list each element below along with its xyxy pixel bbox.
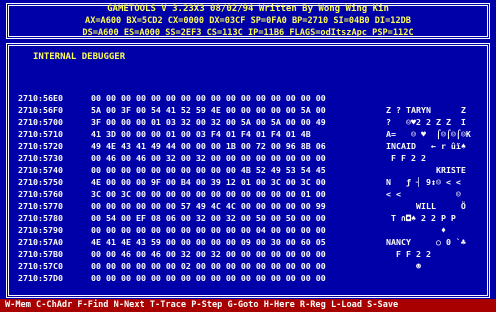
dump-ascii: ♦ bbox=[386, 225, 446, 235]
dump-row[interactable]: 2710:5770 00 00 00 00 00 00 57 49 4C 4C 0… bbox=[9, 201, 487, 212]
register-panel: GAMETOOLS V 3.23X3 08/02/94 Written By W… bbox=[6, 3, 490, 39]
dump-address: 2710:5750 bbox=[18, 177, 63, 187]
dump-row[interactable]: 2710:57A0 4E 41 4E 43 59 00 00 00 00 00 0… bbox=[9, 237, 487, 248]
dump-address: 2710:5780 bbox=[18, 213, 63, 223]
register-line-1: AX=A600 BX=5CD2 CX=0000 DX=03CF SP=0FA0 … bbox=[85, 16, 411, 26]
dump-hex[interactable]: 5A 00 3F 00 54 41 52 59 4E 00 00 00 00 0… bbox=[91, 105, 326, 116]
dump-ascii: F F 2 2 bbox=[386, 249, 431, 259]
command-status-bar: W-Mem C-ChAdr F-Find N-Next T-Trace P-St… bbox=[0, 299, 496, 312]
dump-row[interactable]: 2710:5700 3F 00 00 00 01 03 32 00 32 00 5… bbox=[9, 117, 487, 128]
dump-hex[interactable]: 00 54 00 EF 08 06 00 32 00 32 00 50 00 5… bbox=[91, 213, 326, 224]
dump-ascii: KRISTE bbox=[386, 165, 466, 175]
dump-address: 2710:5700 bbox=[18, 117, 63, 127]
dump-ascii: T ∩◘♠ 2 2 P P bbox=[386, 213, 456, 223]
dump-address: 2710:56F0 bbox=[18, 105, 63, 115]
dump-hex[interactable]: 41 3D 00 00 00 01 00 03 F4 01 F4 01 F4 0… bbox=[91, 129, 311, 140]
dump-row[interactable]: 2710:5750 4E 00 00 00 9F 00 B4 00 39 12 0… bbox=[9, 177, 487, 188]
dump-ascii: NANCY ○ 0 `♣ bbox=[386, 237, 466, 247]
dump-row[interactable]: 2710:5790 00 00 00 00 00 00 00 00 00 00 0… bbox=[9, 225, 487, 236]
dump-row[interactable]: 2710:5730 00 46 00 46 00 32 00 32 00 00 0… bbox=[9, 153, 487, 164]
dump-address: 2710:57C0 bbox=[18, 261, 63, 271]
dump-address: 2710:5790 bbox=[18, 225, 63, 235]
dump-ascii: A= ☺ ♥ ⌠☺⌠☺⌠☺K bbox=[386, 129, 471, 139]
dump-address: 2710:5730 bbox=[18, 153, 63, 163]
dump-row[interactable]: 2710:57C0 00 00 00 00 00 00 02 00 00 00 0… bbox=[9, 261, 487, 272]
debugger-title: INTERNAL DEBUGGER bbox=[33, 52, 126, 62]
dump-hex[interactable]: 00 00 00 00 00 00 00 00 00 00 4B 52 49 5… bbox=[91, 165, 326, 176]
dump-hex[interactable]: 00 00 00 00 00 00 57 49 4C 4C 00 00 00 0… bbox=[91, 201, 326, 212]
dump-ascii: < < ☺ bbox=[386, 189, 461, 199]
dump-address: 2710:57A0 bbox=[18, 237, 63, 247]
dump-ascii: F F 2 2 bbox=[386, 153, 426, 163]
dump-ascii: N ƒ ┤ 9↕☺ < < bbox=[386, 177, 461, 187]
dump-ascii: ☻ bbox=[386, 261, 421, 271]
app-title: GAMETOOLS V 3.23X3 08/02/94 Written By W… bbox=[107, 4, 389, 14]
dump-hex[interactable]: 4E 00 00 00 9F 00 B4 00 39 12 01 00 3C 0… bbox=[91, 177, 326, 188]
dump-hex[interactable]: 49 4E 43 41 49 44 00 00 00 1B 00 72 00 9… bbox=[91, 141, 326, 152]
register-line-2: DS=A600 ES=A000 SS=2EF3 CS=113C IP=11B6 … bbox=[82, 28, 414, 38]
dump-row[interactable]: 2710:57B0 00 00 46 00 46 00 32 00 32 00 0… bbox=[9, 249, 487, 260]
dump-row[interactable]: 2710:5760 3C 00 3C 00 00 00 00 00 00 00 0… bbox=[9, 189, 487, 200]
dump-address: 2710:56E0 bbox=[18, 93, 63, 103]
dump-row-highlighted[interactable]: 2710:5710 41 3D 00 00 00 01 00 03 F4 01 F… bbox=[9, 129, 487, 140]
dump-hex[interactable]: 00 00 00 00 00 00 00 00 00 00 00 00 00 0… bbox=[91, 93, 326, 104]
dump-row[interactable]: 2710:56F0 5A 00 3F 00 54 41 52 59 4E 00 0… bbox=[9, 105, 487, 116]
dump-hex[interactable]: 00 00 00 00 00 00 02 00 00 00 00 00 00 0… bbox=[91, 261, 326, 272]
dump-row[interactable]: 2710:5740 00 00 00 00 00 00 00 00 00 00 4… bbox=[9, 165, 487, 176]
dump-row[interactable]: 2710:57D0 00 00 00 00 00 00 00 00 00 00 0… bbox=[9, 273, 487, 284]
dump-ascii: INCAID ← r ûï♠ bbox=[386, 141, 466, 151]
dump-address: 2710:5710 bbox=[18, 129, 63, 139]
dump-hex[interactable]: 00 00 00 00 00 00 00 00 00 00 00 00 00 0… bbox=[91, 273, 326, 284]
dump-address: 2710:5720 bbox=[18, 141, 63, 151]
dump-hex[interactable]: 3F 00 00 00 01 03 32 00 32 00 5A 00 5A 0… bbox=[91, 117, 326, 128]
dump-row[interactable]: 2710:56E0 00 00 00 00 00 00 00 00 00 00 0… bbox=[9, 93, 487, 104]
dump-hex[interactable]: 00 00 46 00 46 00 32 00 32 00 00 00 00 0… bbox=[91, 249, 326, 260]
dump-row[interactable]: 2710:5720 49 4E 43 41 49 44 00 00 00 1B 0… bbox=[9, 141, 487, 152]
dump-ascii: ? ☺♥2 2 Z Z I bbox=[386, 117, 466, 127]
dump-address: 2710:57B0 bbox=[18, 249, 63, 259]
dump-hex[interactable]: 3C 00 3C 00 00 00 00 00 00 00 00 00 00 0… bbox=[91, 189, 326, 200]
dump-hex[interactable]: 4E 41 4E 43 59 00 00 00 00 00 09 00 30 0… bbox=[91, 237, 326, 248]
dump-address: 2710:5740 bbox=[18, 165, 63, 175]
dump-hex[interactable]: 00 00 00 00 00 00 00 00 00 00 00 04 00 0… bbox=[91, 225, 326, 236]
dump-ascii: WILL Ö bbox=[386, 201, 466, 211]
dump-address: 2710:5760 bbox=[18, 189, 63, 199]
dump-row[interactable]: 2710:5780 00 54 00 EF 08 06 00 32 00 32 0… bbox=[9, 213, 487, 224]
dump-address: 2710:57D0 bbox=[18, 273, 63, 283]
dump-hex[interactable]: 00 46 00 46 00 32 00 32 00 00 00 00 00 0… bbox=[91, 153, 326, 164]
dump-ascii: Z ? TARYN Z bbox=[386, 105, 466, 115]
debugger-panel: INTERNAL DEBUGGER 2710:56E0 00 00 00 00 0… bbox=[6, 43, 490, 298]
dump-address: 2710:5770 bbox=[18, 201, 63, 211]
